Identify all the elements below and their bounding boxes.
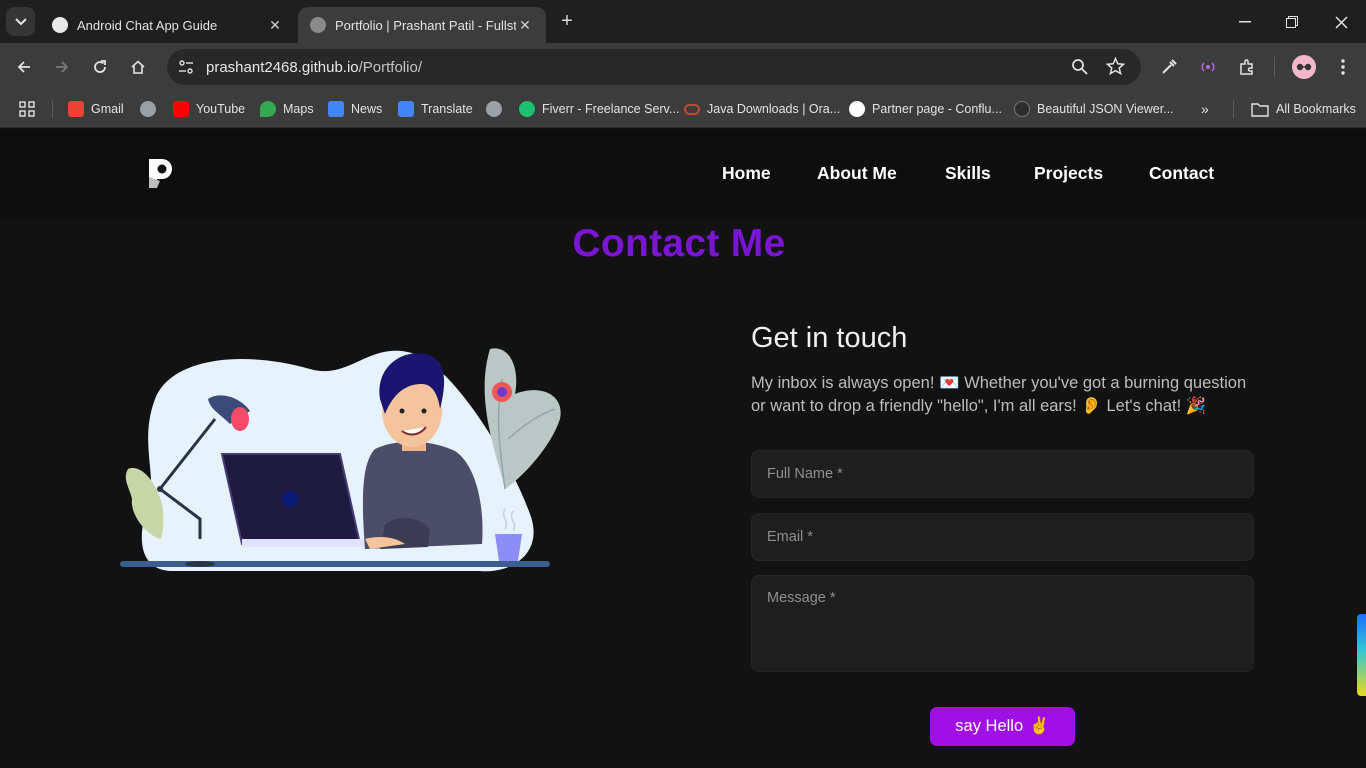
broadcast-icon[interactable] bbox=[1196, 55, 1220, 79]
close-icon[interactable]: ✕ bbox=[516, 17, 534, 34]
bookmark-java[interactable]: Java Downloads | Ora... bbox=[684, 100, 840, 118]
page-content: Home About Me Skills Projects Contact Co… bbox=[0, 129, 1366, 768]
nav-about-me[interactable]: About Me bbox=[817, 163, 897, 184]
youtube-icon bbox=[173, 101, 189, 117]
tab-portfolio[interactable]: Portfolio | Prashant Patil - Fullstack ✕ bbox=[298, 7, 546, 43]
profile-avatar[interactable] bbox=[1292, 55, 1316, 79]
nav-skills[interactable]: Skills bbox=[945, 163, 991, 184]
site-logo[interactable] bbox=[146, 155, 176, 191]
url-host: prashant2468.github.io bbox=[206, 59, 359, 76]
menu-icon[interactable] bbox=[1331, 55, 1355, 79]
contact-intro-text: My inbox is always open! 💌 Whether you'v… bbox=[751, 374, 1247, 415]
say-hello-label: say Hello bbox=[955, 717, 1024, 735]
bookmark-gmail[interactable]: Gmail bbox=[68, 100, 124, 118]
all-bookmarks[interactable]: All Bookmarks bbox=[1251, 100, 1356, 118]
bookmark-news[interactable]: News bbox=[328, 100, 382, 118]
bookmarks-divider bbox=[1233, 100, 1234, 118]
reload-icon[interactable] bbox=[88, 55, 112, 79]
google-icon bbox=[849, 101, 865, 117]
restore-icon[interactable] bbox=[1278, 8, 1306, 36]
site-settings-icon[interactable] bbox=[176, 57, 196, 77]
oracle-icon bbox=[684, 103, 700, 115]
globe-favicon-icon bbox=[310, 17, 326, 33]
bookmark-globe[interactable] bbox=[140, 100, 163, 118]
tab-title: Android Chat App Guide bbox=[77, 17, 218, 33]
apps-icon[interactable] bbox=[19, 100, 35, 118]
tab-search-button[interactable] bbox=[6, 7, 35, 36]
fiverr-icon bbox=[519, 101, 535, 117]
close-window-icon[interactable] bbox=[1327, 8, 1355, 36]
bookmark-maps[interactable]: Maps bbox=[260, 100, 314, 118]
nav-projects[interactable]: Projects bbox=[1034, 163, 1103, 184]
site-navbar: Home About Me Skills Projects Contact bbox=[0, 129, 1366, 217]
translate-icon bbox=[398, 101, 414, 117]
chevron-down-icon bbox=[14, 17, 27, 25]
scroll-progress-indicator bbox=[1357, 614, 1366, 696]
email-input[interactable] bbox=[751, 513, 1254, 561]
gmail-icon bbox=[68, 101, 84, 117]
browser-tabstrip: Android Chat App Guide ✕ Portfolio | Pra… bbox=[0, 0, 1366, 43]
bookmark-star-icon[interactable] bbox=[1105, 56, 1126, 81]
victory-hand-icon: ✌️ bbox=[1029, 717, 1050, 735]
minimize-icon[interactable] bbox=[1231, 8, 1259, 36]
globe-icon bbox=[140, 101, 156, 117]
back-icon[interactable] bbox=[12, 55, 36, 79]
message-textarea[interactable] bbox=[751, 575, 1254, 672]
more-bookmarks-icon[interactable]: » bbox=[1201, 100, 1209, 118]
json-viewer-icon bbox=[1014, 101, 1030, 117]
section-title: Contact Me bbox=[572, 222, 786, 265]
bookmark-globe-2[interactable] bbox=[486, 100, 509, 118]
browser-toolbar: prashant2468.github.io/Portfolio/ bbox=[0, 43, 1366, 90]
bookmark-fiverr[interactable]: Fiverr - Freelance Serv... bbox=[519, 100, 679, 118]
zoom-icon[interactable] bbox=[1071, 58, 1089, 81]
bookmark-youtube[interactable]: YouTube bbox=[173, 100, 245, 118]
globe-icon bbox=[486, 101, 502, 117]
extensions-icon[interactable] bbox=[1235, 55, 1259, 79]
bookmark-json-viewer[interactable]: Beautiful JSON Viewer... bbox=[1014, 100, 1174, 118]
bookmark-translate[interactable]: Translate bbox=[398, 100, 473, 118]
nav-contact[interactable]: Contact bbox=[1149, 163, 1214, 184]
close-icon[interactable]: ✕ bbox=[266, 17, 284, 34]
eyedropper-icon[interactable] bbox=[1157, 55, 1181, 79]
news-icon bbox=[328, 101, 344, 117]
bookmark-confluence[interactable]: Partner page - Conflu... bbox=[849, 100, 1002, 118]
url-path: /Portfolio/ bbox=[358, 59, 422, 76]
developer-illustration bbox=[120, 348, 561, 572]
forward-icon[interactable] bbox=[50, 55, 74, 79]
nav-home[interactable]: Home bbox=[722, 163, 771, 184]
tab-android-chat[interactable]: Android Chat App Guide ✕ bbox=[40, 7, 296, 43]
new-tab-icon[interactable]: + bbox=[556, 11, 578, 33]
address-bar[interactable]: prashant2468.github.io/Portfolio/ bbox=[167, 49, 1141, 85]
url-text[interactable]: prashant2468.github.io/Portfolio/ bbox=[206, 59, 422, 76]
bookmarks-bar: Gmail YouTube Maps News Translate Fiverr… bbox=[0, 90, 1366, 128]
say-hello-button[interactable]: say Hello ✌️ bbox=[930, 707, 1075, 746]
toolbar-divider bbox=[1274, 57, 1275, 77]
chatgpt-favicon-icon bbox=[52, 17, 68, 33]
bookmarks-divider bbox=[52, 100, 53, 118]
get-in-touch-heading: Get in touch bbox=[751, 322, 908, 354]
home-icon[interactable] bbox=[126, 55, 150, 79]
maps-icon bbox=[260, 101, 276, 117]
folder-icon bbox=[1251, 103, 1269, 117]
full-name-input[interactable] bbox=[751, 450, 1254, 498]
tab-title: Portfolio | Prashant Patil - Fullstack bbox=[335, 17, 516, 33]
